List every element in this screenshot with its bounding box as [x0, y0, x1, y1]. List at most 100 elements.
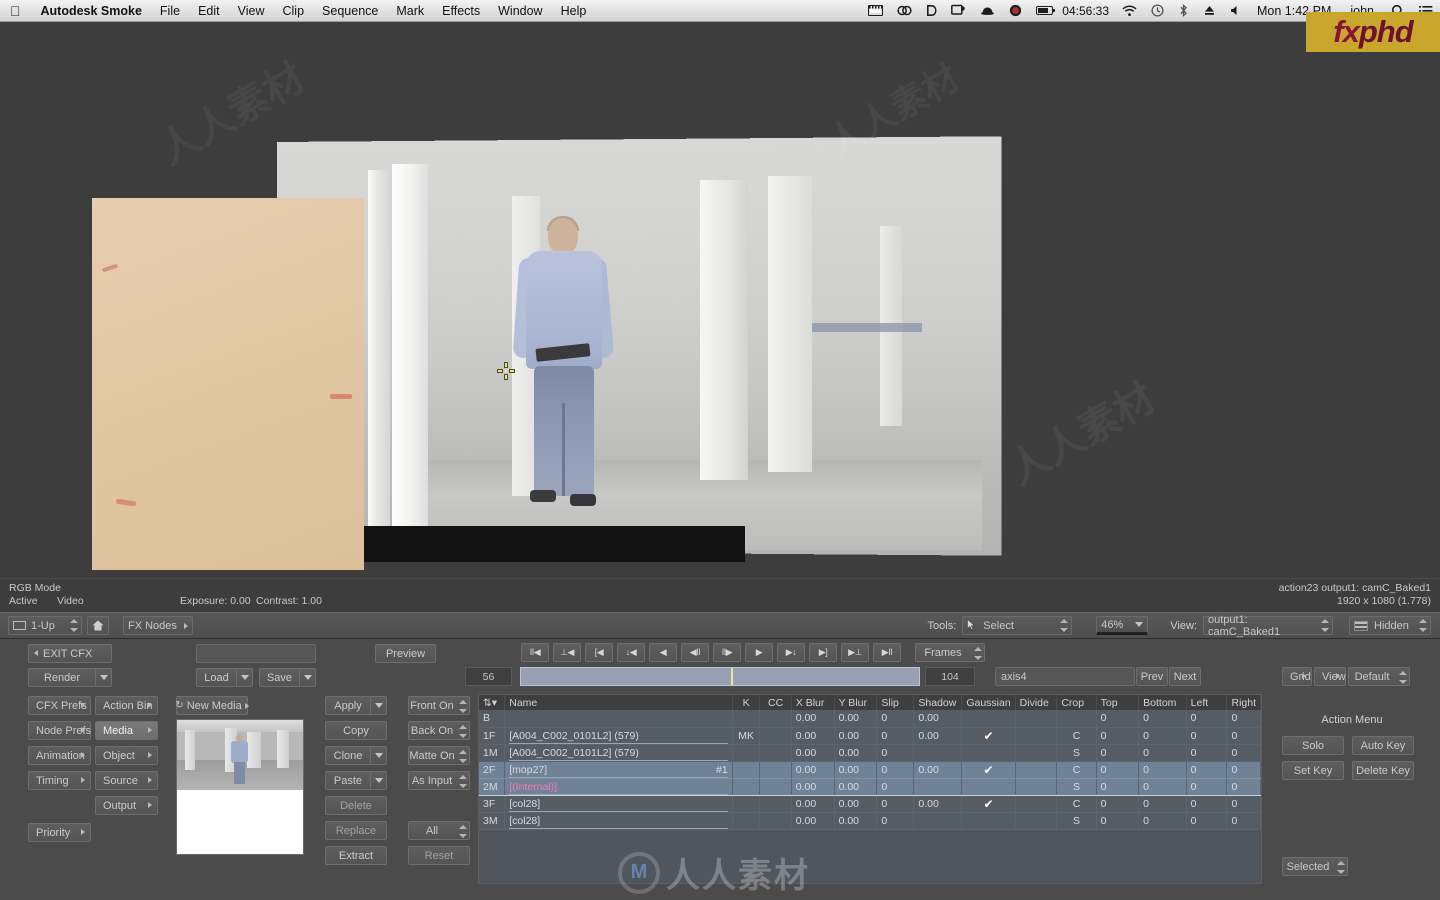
table-row[interactable]: 2M [(Internal)] 0.00 0.00 0 S 0 0 0 0 — [479, 778, 1261, 796]
cell-slip[interactable]: 0 — [876, 710, 915, 728]
cell-gaussian[interactable] — [961, 812, 1016, 830]
cell-k[interactable]: MK — [732, 727, 761, 745]
cell-bottom[interactable]: 0 — [1138, 778, 1187, 796]
cell-cc[interactable] — [759, 744, 792, 762]
col-gaussian[interactable]: Gaussian — [961, 695, 1016, 710]
cell-name[interactable]: [A004_C002_0101L2] (579) — [504, 727, 733, 745]
hidden-selector[interactable]: Hidden — [1349, 616, 1431, 635]
cell-right[interactable]: 0 — [1226, 778, 1261, 796]
cell-crop[interactable]: S — [1056, 778, 1097, 796]
cc-link-icon[interactable] — [890, 4, 919, 17]
col-name[interactable]: Name — [504, 695, 733, 710]
front-on-selector[interactable]: Front On — [408, 696, 470, 715]
cell-yblur[interactable]: 0.00 — [834, 760, 878, 779]
col-cc[interactable]: CC — [759, 695, 792, 710]
cell-name[interactable] — [504, 710, 733, 728]
transport-button-step-back[interactable]: ◀II — [681, 643, 709, 662]
cell-shadow[interactable] — [913, 744, 963, 762]
cell-crop[interactable] — [1056, 710, 1097, 728]
menu-item-effects[interactable]: Effects — [433, 0, 489, 22]
cell-k[interactable] — [732, 760, 761, 779]
col-slip[interactable]: Slip — [876, 695, 915, 710]
col-right[interactable]: Right — [1226, 695, 1261, 710]
timeline-playhead[interactable] — [731, 668, 733, 685]
view-menu-button[interactable]: View — [1314, 667, 1346, 686]
sidebar-item-action-bin[interactable]: Action Bin — [95, 696, 158, 715]
transport-button-step-forward[interactable]: II▶ — [713, 643, 741, 662]
cell-idx[interactable]: 3F — [479, 795, 506, 813]
transport-button-next-edit[interactable]: ▶II — [873, 643, 901, 662]
gaussian-checkmark-icon[interactable]: ✔ — [983, 797, 993, 811]
back-on-selector[interactable]: Back On — [408, 721, 470, 740]
cell-crop[interactable]: C — [1056, 727, 1097, 745]
cell-xblur[interactable]: 0.00 — [791, 795, 835, 813]
next-button[interactable]: Next — [1169, 667, 1201, 686]
cell-right[interactable]: 0 — [1226, 812, 1261, 830]
cell-idx[interactable]: 1M — [479, 744, 506, 762]
fx-nodes-button[interactable]: FX Nodes — [123, 616, 193, 635]
menu-item-clip[interactable]: Clip — [274, 0, 314, 22]
bowler-hat-icon[interactable] — [973, 4, 1002, 17]
cell-left[interactable]: 0 — [1186, 710, 1228, 728]
cell-left[interactable]: 0 — [1186, 744, 1228, 762]
cell-shadow[interactable]: 0.00 — [913, 760, 963, 779]
cell-divide[interactable] — [1015, 744, 1058, 762]
transport-button-prev-edit[interactable]: II◀ — [521, 643, 549, 662]
cell-gaussian[interactable] — [961, 744, 1016, 762]
menu-item-file[interactable]: File — [151, 0, 189, 22]
bluetooth-icon[interactable] — [1171, 4, 1196, 17]
cell-left[interactable]: 0 — [1186, 795, 1228, 813]
cell-right[interactable]: 0 — [1226, 795, 1261, 813]
battery-icon[interactable] — [1029, 6, 1060, 15]
load-button[interactable]: Load — [196, 668, 236, 687]
cell-top[interactable]: 0 — [1096, 778, 1140, 796]
media-thumbnail-list[interactable] — [176, 719, 304, 855]
gaussian-checkmark-icon[interactable]: ✔ — [983, 763, 993, 777]
cell-name[interactable]: [(Internal)] — [504, 778, 733, 796]
timeline-scrubber[interactable] — [520, 667, 920, 686]
menu-item-sequence[interactable]: Sequence — [313, 0, 387, 22]
col-yblur[interactable]: Y Blur — [834, 695, 878, 710]
selected-scope-selector[interactable]: Selected — [1282, 857, 1348, 876]
grid-button[interactable]: Grid — [1282, 667, 1312, 686]
cell-bottom[interactable]: 0 — [1138, 812, 1187, 830]
cell-divide[interactable] — [1015, 760, 1058, 779]
transport-button-play-reverse[interactable]: ◀ — [649, 643, 677, 662]
cell-gaussian[interactable] — [961, 710, 1016, 728]
cell-top[interactable]: 0 — [1096, 795, 1140, 813]
col-top[interactable]: Top — [1096, 695, 1140, 710]
sidebar-item-cfx-prefs[interactable]: CFX Prefs — [28, 696, 91, 715]
cell-crop[interactable]: S — [1056, 744, 1097, 762]
reset-button[interactable]: Reset — [408, 846, 470, 865]
cell-yblur[interactable]: 0.00 — [834, 744, 878, 762]
preview-button[interactable]: Preview — [375, 644, 436, 663]
viewport-canvas[interactable]: 人人素材 人人素材 人人素材 — [0, 22, 1440, 578]
timeline-in-point[interactable]: 56 — [465, 667, 512, 686]
cell-shadow[interactable]: 0.00 — [913, 727, 963, 745]
auto-key-button[interactable]: Auto Key — [1352, 736, 1414, 755]
clone-button-group[interactable]: Clone — [325, 746, 387, 765]
cell-top[interactable]: 0 — [1096, 710, 1140, 728]
axis-crosshair-icon[interactable] — [497, 362, 515, 380]
cell-name[interactable]: [mop27] #1 — [504, 760, 733, 779]
as-input-selector[interactable]: As Input — [408, 771, 470, 790]
cell-xblur[interactable]: 0.00 — [791, 812, 835, 830]
cell-left[interactable]: 0 — [1186, 760, 1228, 779]
cell-divide[interactable] — [1015, 812, 1058, 830]
frames-unit-selector[interactable]: Frames — [915, 643, 985, 662]
cell-slip[interactable]: 0 — [876, 727, 915, 745]
cell-bottom[interactable]: 0 — [1138, 727, 1187, 745]
prev-button[interactable]: Prev — [1136, 667, 1168, 686]
menu-item-edit[interactable]: Edit — [189, 0, 229, 22]
cell-divide[interactable] — [1015, 795, 1058, 813]
cell-idx[interactable]: 3M — [479, 812, 506, 830]
cell-divide[interactable] — [1015, 710, 1058, 728]
cell-yblur[interactable]: 0.00 — [834, 778, 878, 796]
time-machine-icon[interactable] — [1144, 4, 1171, 17]
paste-dropdown-button[interactable] — [370, 771, 387, 790]
load-dropdown-button[interactable] — [236, 668, 253, 687]
cell-left[interactable]: 0 — [1186, 812, 1228, 830]
cell-gaussian[interactable]: ✔ — [961, 727, 1016, 745]
cell-name[interactable]: [col28] — [504, 812, 733, 830]
display-icon[interactable] — [944, 4, 973, 17]
